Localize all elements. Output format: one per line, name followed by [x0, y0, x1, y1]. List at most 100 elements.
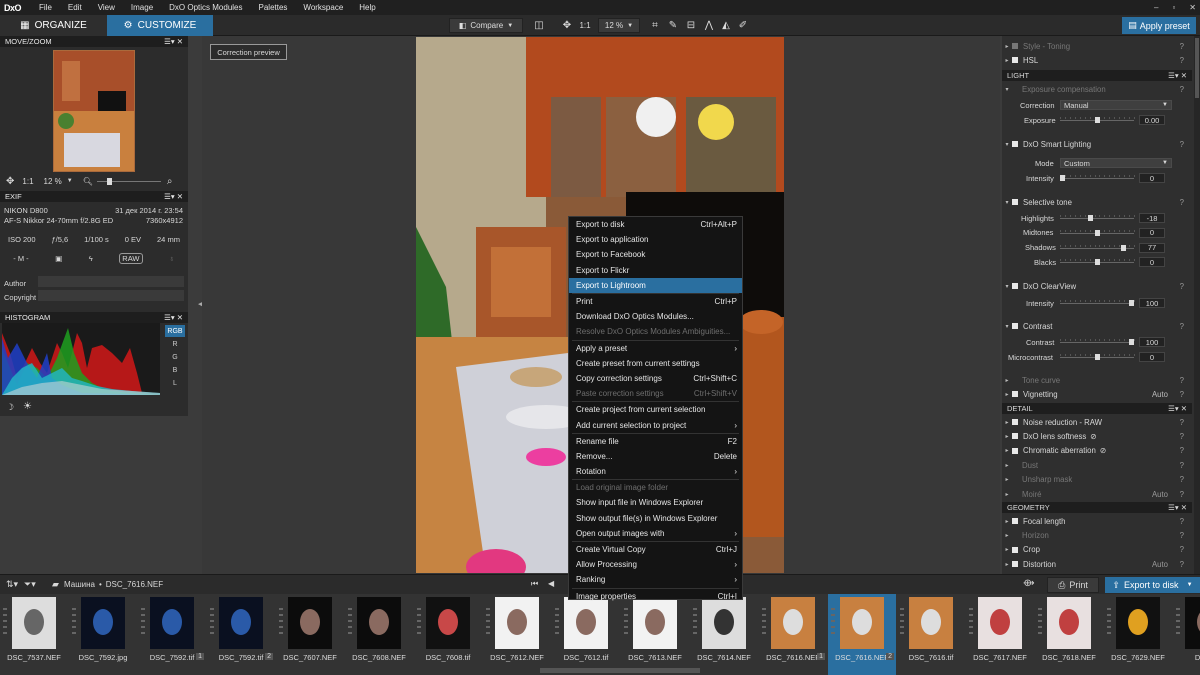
palette-unsharp-mask[interactable]: ▸ Unsharp mask? — [1002, 473, 1192, 487]
context-menu-item[interactable]: Rotation › — [569, 464, 742, 479]
filter-icon[interactable]: ⏷▾ — [24, 579, 36, 590]
help-icon[interactable]: ? — [1180, 531, 1184, 540]
eyedropper-icon[interactable]: ✎ — [666, 18, 680, 33]
help-icon[interactable]: ? — [1180, 140, 1184, 149]
help-icon[interactable]: ? — [1180, 461, 1184, 470]
scrollbar-thumb[interactable] — [1195, 38, 1199, 98]
help-icon[interactable]: ? — [1180, 85, 1184, 94]
palette-tone-curve[interactable]: ▸ Tone curve? — [1002, 373, 1192, 387]
palette-menu-icon[interactable]: ☰▾ ✕ — [164, 37, 183, 46]
midtones-slider[interactable] — [1060, 229, 1135, 237]
maximize-icon[interactable]: ▫ — [1172, 3, 1175, 12]
clearview-intensity-slider[interactable] — [1060, 299, 1135, 307]
highlights-slider[interactable] — [1060, 214, 1135, 222]
help-icon[interactable]: ? — [1180, 490, 1184, 499]
context-menu-item[interactable]: Open output images with › — [569, 526, 742, 541]
histogram-channel-r[interactable]: R — [165, 338, 185, 350]
split-view-icon[interactable]: ◫ — [531, 18, 547, 33]
shadows-value[interactable]: 77 — [1139, 242, 1165, 253]
help-icon[interactable]: ? — [1180, 418, 1184, 427]
palette-horizon[interactable]: ▸ Horizon? — [1002, 528, 1192, 542]
enable-checkbox[interactable] — [1012, 518, 1018, 524]
enable-checkbox[interactable] — [1012, 141, 1018, 147]
contrast-slider[interactable] — [1060, 338, 1135, 346]
eye-off-icon[interactable]: ⊘ — [1100, 446, 1107, 455]
filmstrip-thumbnail[interactable]: DSC_7614.NEF — [690, 594, 758, 675]
enable-checkbox[interactable] — [1012, 391, 1018, 397]
expand-icon[interactable]: ▸ — [1002, 419, 1012, 426]
palette-menu-icon[interactable]: ☰▾ ✕ — [164, 313, 183, 322]
filmstrip-thumbnail[interactable]: DSC_7612.tif — [552, 594, 620, 675]
filmstrip-thumbnail[interactable]: DSC_7592.tif 1 — [138, 594, 206, 675]
expand-icon[interactable]: ▸ — [1002, 561, 1012, 568]
smart-intensity-value[interactable]: 0 — [1139, 173, 1165, 183]
palette-selective-tone[interactable]: ▾ Selective tone? — [1002, 195, 1192, 209]
slider-knob[interactable] — [1088, 215, 1094, 221]
print-button[interactable]: ⎙ Print — [1047, 577, 1099, 593]
help-icon[interactable]: ? — [1180, 545, 1184, 554]
process-status-icon[interactable]: ⟴ — [1023, 578, 1035, 589]
minimize-icon[interactable]: – — [1154, 3, 1158, 12]
menu-palettes[interactable]: Palettes — [251, 3, 296, 12]
menu-workspace[interactable]: Workspace — [295, 3, 351, 12]
palette-exposure[interactable]: ▾ Exposure compensation? — [1002, 82, 1192, 96]
help-icon[interactable]: ? — [1180, 475, 1184, 484]
filmstrip-thumbnail[interactable]: DSC_7616.NEF 2 — [828, 594, 896, 675]
context-menu-item[interactable]: Export to Lightroom — [569, 277, 742, 293]
breadcrumb-file[interactable]: DSC_7616.NEF — [106, 580, 163, 589]
context-menu-item[interactable]: Show input file in Windows Explorer — [569, 495, 742, 510]
help-icon[interactable]: ? — [1180, 517, 1184, 526]
previous-image-icon[interactable]: ◀ — [548, 579, 554, 588]
palette-dxo-lens-softness[interactable]: ▸ DxO lens softness ⊘? — [1002, 429, 1192, 443]
enable-checkbox[interactable] — [1012, 433, 1018, 440]
histogram-channel-l[interactable]: L — [165, 377, 185, 389]
expand-icon[interactable]: ▾ — [1002, 283, 1012, 290]
palette-clearview[interactable]: ▾ DxO ClearView? — [1002, 279, 1192, 293]
slider-knob[interactable] — [1094, 117, 1100, 123]
microcontrast-value[interactable]: 0 — [1139, 352, 1165, 362]
histogram-channel-rgb[interactable]: RGB — [165, 325, 185, 337]
expand-icon[interactable]: ▸ — [1002, 391, 1012, 398]
filmstrip-thumbnail[interactable]: DSC_7607.NEF — [276, 594, 344, 675]
menu-file[interactable]: File — [31, 3, 60, 12]
help-icon[interactable]: ? — [1180, 322, 1184, 331]
help-icon[interactable]: ? — [1180, 198, 1184, 207]
enable-checkbox[interactable] — [1012, 43, 1018, 49]
context-menu-item[interactable]: Print Ctrl+P — [569, 294, 742, 309]
filmstrip-thumbnail[interactable]: DSC_7629.NEF — [1104, 594, 1172, 675]
expand-icon[interactable]: ▸ — [1002, 462, 1012, 469]
zoom-in-icon[interactable]: ⌕ — [167, 176, 173, 187]
palette-menu-icon[interactable]: ☰▾ ✕ — [164, 192, 183, 201]
author-field[interactable] — [38, 276, 184, 287]
expand-icon[interactable]: ▸ — [1002, 532, 1012, 539]
slider-knob[interactable] — [1094, 259, 1100, 266]
enable-checkbox[interactable] — [1012, 323, 1018, 329]
context-menu-item[interactable]: Create preset from current settings — [569, 356, 742, 371]
palette-menu-icon[interactable]: ☰▾ ✕ — [1168, 404, 1187, 413]
context-menu-item[interactable]: Export to Flickr — [569, 263, 742, 278]
sort-icon[interactable]: ⇅▾ — [6, 579, 18, 590]
clearview-intensity-value[interactable]: 100 — [1139, 298, 1165, 308]
zoom-select[interactable]: 12 % ▼ — [598, 18, 640, 33]
context-menu-item[interactable]: Download DxO Optics Modules... — [569, 309, 742, 324]
context-menu-item[interactable]: Apply a preset › — [569, 341, 742, 356]
expand-icon[interactable]: ▸ — [1002, 377, 1012, 384]
filmstrip-thumbnail[interactable]: DSC_7612.NEF — [483, 594, 551, 675]
shadow-clip-icon[interactable]: ☽ — [6, 402, 14, 413]
mode-select[interactable]: Custom ▼ — [1060, 158, 1172, 168]
expand-icon[interactable]: ▾ — [1002, 199, 1012, 206]
context-menu-item[interactable]: Remove... Delete — [569, 449, 742, 464]
expand-icon[interactable]: ▸ — [1002, 43, 1012, 50]
filmstrip-thumbnail[interactable]: DSC_7592.jpg — [69, 594, 137, 675]
tab-customize[interactable]: ⚙ CUSTOMIZE — [107, 15, 213, 36]
palette-smart-lighting[interactable]: ▾ DxO Smart Lighting? — [1002, 137, 1192, 151]
help-icon[interactable]: ? — [1180, 42, 1184, 51]
menu-view[interactable]: View — [90, 3, 123, 12]
blacks-value[interactable]: 0 — [1139, 257, 1165, 268]
enable-checkbox[interactable] — [1012, 283, 1018, 289]
palette-dust[interactable]: ▸ Dust? — [1002, 458, 1192, 472]
palette-style-toning[interactable]: ▸ Style - Toning? — [1002, 39, 1192, 53]
slider-knob[interactable] — [1121, 244, 1127, 251]
expand-icon[interactable]: ▸ — [1002, 476, 1012, 483]
menu-dxo-optics-modules[interactable]: DxO Optics Modules — [161, 3, 250, 12]
